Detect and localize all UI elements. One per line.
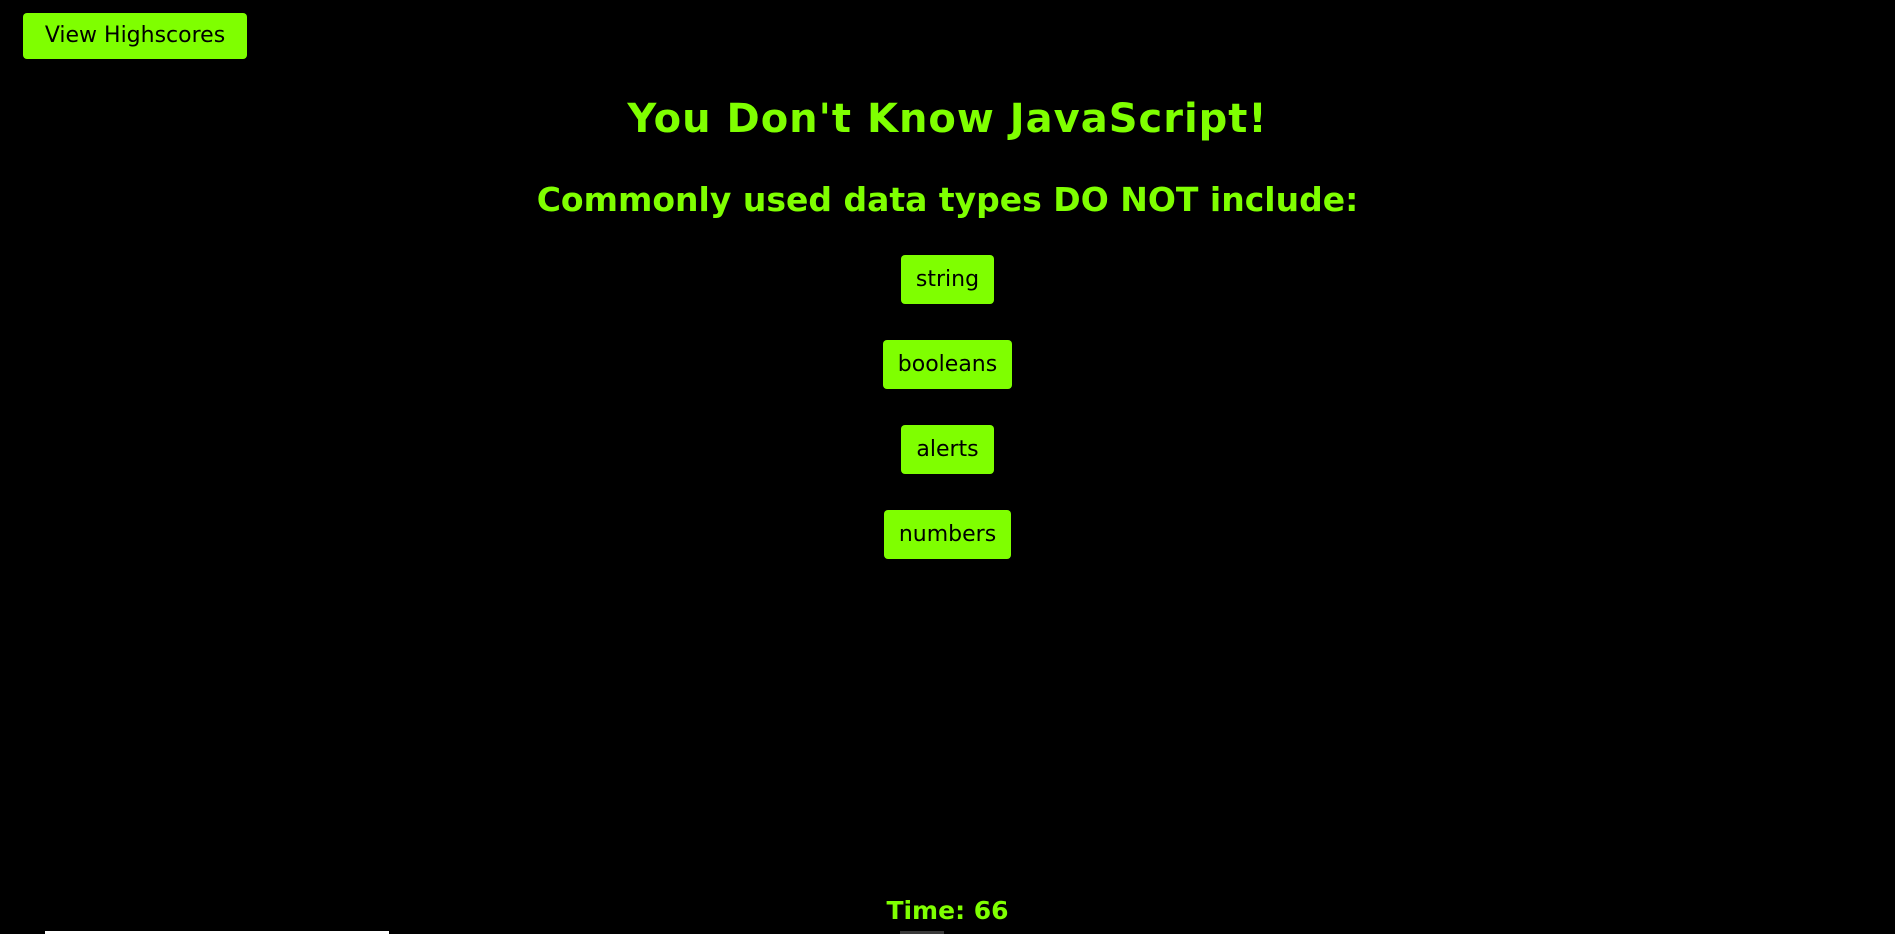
choice-button-alerts[interactable]: alerts xyxy=(901,425,994,474)
view-highscores-button[interactable]: View Highscores xyxy=(23,13,247,59)
answer-choices: string booleans alerts numbers xyxy=(0,255,1895,559)
page-title: You Don't Know JavaScript! xyxy=(627,96,1268,142)
choice-button-numbers[interactable]: numbers xyxy=(883,510,1012,559)
choice-button-booleans[interactable]: booleans xyxy=(882,340,1013,389)
timer-display: Time: 66 xyxy=(886,896,1009,925)
choice-button-string[interactable]: string xyxy=(900,255,995,304)
question-text: Commonly used data types DO NOT include: xyxy=(536,180,1359,219)
